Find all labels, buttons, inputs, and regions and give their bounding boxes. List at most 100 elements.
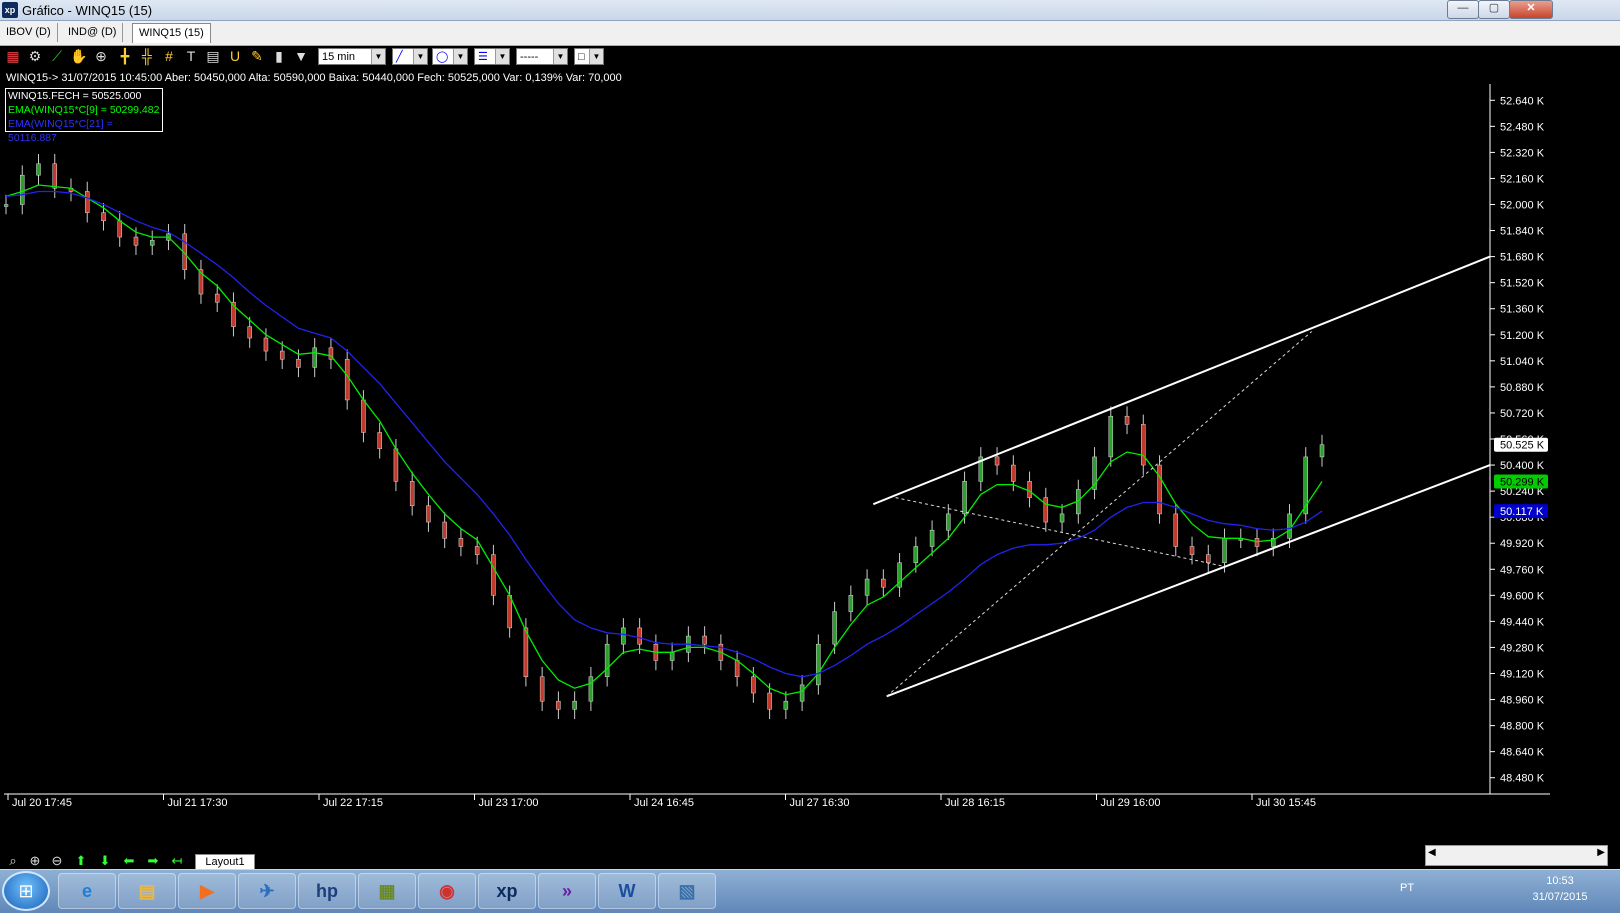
return-icon[interactable]: ↤ [168, 853, 186, 869]
cursor-icon[interactable]: ╬ [138, 47, 156, 66]
line-tool-select[interactable]: ╱ ▼ [392, 48, 428, 65]
gear-icon[interactable]: ⚙ [26, 47, 44, 66]
crosshair-icon[interactable]: ╋ [116, 47, 134, 66]
candle-chart-icon[interactable]: ▦ [4, 47, 22, 66]
media-player-icon[interactable]: ▶ [178, 873, 236, 909]
language-indicator[interactable]: PT [1400, 882, 1414, 894]
price-candle [832, 611, 837, 645]
price-candle [751, 676, 756, 694]
trash-icon[interactable]: ▮ [270, 47, 288, 66]
price-candle [426, 505, 431, 523]
trend-icon[interactable]: ⟋ [48, 47, 66, 66]
zoom-in-icon[interactable]: ⊕ [26, 853, 44, 869]
price-candle [637, 627, 642, 645]
price-candle [409, 481, 415, 507]
windows-taskbar: ⊞ e ▤ ▶ ✈ hp ▦ ◉ xp» W ▧ [0, 869, 1620, 913]
arrow-right-icon[interactable]: ➡ [144, 853, 162, 869]
search-icon[interactable]: ⌕ [4, 853, 22, 869]
ema9-line [5, 184, 1323, 696]
scroll-right-icon[interactable]: ▶ [1597, 847, 1605, 858]
clock-time: 10:53 [1546, 875, 1574, 887]
zoom-icon[interactable]: ⊕ [92, 47, 110, 66]
legend-close-price: WINQ15.FECH = 50525.000 [8, 90, 142, 102]
internet-explorer-icon[interactable]: e [58, 873, 116, 909]
price-candle [19, 174, 25, 205]
chevron-down-icon: ▼ [495, 49, 509, 64]
price-chart[interactable]: 52.640 K 52.480 K 52.320 K 52.160 K 52.000 K… [3, 84, 1550, 834]
price-candle [474, 546, 480, 555]
price-candle [1157, 464, 1162, 515]
arrow-down-icon[interactable]: ⬇ [96, 853, 114, 869]
color-select[interactable]: □ ▼ [574, 48, 604, 65]
y-tick-label: 48.640 K [1500, 747, 1545, 759]
clock[interactable]: 10:53 31/07/2015 [1525, 873, 1595, 905]
magnet-icon[interactable]: U [226, 47, 244, 66]
x-tick-label: Jul 22 17:15 [323, 797, 383, 809]
price-candle [1059, 513, 1065, 523]
ema21-line [5, 190, 1323, 678]
price-candle [621, 627, 626, 645]
arrow-up-icon[interactable]: ⬆ [72, 853, 90, 869]
calculator-icon[interactable]: ▤ [204, 47, 222, 66]
mail-icon[interactable]: ✈ [238, 873, 296, 909]
y-tick-label: 51.360 K [1500, 304, 1545, 316]
y-tick-label: 49.760 K [1500, 564, 1545, 576]
chevron-down-icon: ▼ [589, 49, 603, 64]
chrome-icon[interactable]: ◉ [418, 873, 476, 909]
price-candle [864, 578, 870, 596]
x-tick-label: Jul 20 17:45 [12, 797, 72, 809]
chevron-down-icon: ▼ [371, 49, 385, 64]
price-candle [881, 578, 886, 588]
price-candle [556, 700, 561, 710]
maximize-button[interactable]: ▢ [1478, 0, 1510, 19]
y-tick-label: 49.440 K [1500, 616, 1545, 628]
price-candle [247, 326, 252, 339]
line-style-select[interactable]: ----- ▼ [516, 48, 568, 65]
file-explorer-icon[interactable]: ▤ [118, 873, 176, 909]
circle-icon: ◯ [436, 51, 449, 63]
eraser-icon[interactable]: ✎ [248, 47, 266, 66]
price-candle [393, 448, 399, 482]
price-candle [994, 456, 1000, 466]
legend-box: WINQ15.FECH = 50525.000 EMA(WINQ15*C[9] … [5, 88, 163, 144]
price-marker-label: 50.299 K [1500, 477, 1545, 489]
chevron-down-icon: ▼ [453, 49, 467, 64]
chart-canvas: 52.640 K 52.480 K 52.320 K 52.160 K 52.000 K… [3, 84, 1550, 809]
horizontal-scrollbar[interactable]: ◀ ▶ [1425, 845, 1608, 866]
grid-icon[interactable]: # [160, 47, 178, 66]
text-tool-icon[interactable]: T [182, 47, 200, 66]
xp-app-icon[interactable]: xp [478, 873, 536, 909]
tab-winq15[interactable]: WINQ15 (15) [132, 23, 211, 43]
shape-tool-select[interactable]: ◯ ▼ [432, 48, 468, 65]
hp-icon[interactable]: hp [298, 873, 356, 909]
filter-icon[interactable]: ▼ [292, 47, 310, 66]
calculator-app-icon[interactable]: ▦ [358, 873, 416, 909]
scroll-left-icon[interactable]: ◀ [1428, 847, 1436, 858]
tab-ibov[interactable]: IBOV (D) [0, 23, 58, 42]
title-bar: xp Gráfico - WINQ15 (15) — ▢ ✕ [0, 0, 1620, 21]
minimize-button[interactable]: — [1447, 0, 1479, 19]
price-candle [848, 595, 854, 612]
x-tick-label: Jul 30 15:45 [1256, 797, 1316, 809]
close-button[interactable]: ✕ [1509, 0, 1553, 19]
forward-app-icon[interactable]: » [538, 873, 596, 909]
app-icon: xp [2, 2, 18, 18]
line-width-select[interactable]: ☰ ▼ [474, 48, 510, 65]
y-tick-label: 49.600 K [1500, 590, 1545, 602]
hand-icon[interactable]: ✋ [70, 47, 88, 66]
y-tick-label: 50.400 K [1500, 460, 1545, 472]
tab-ind[interactable]: IND@ (D) [62, 23, 124, 42]
price-candle [702, 635, 707, 645]
start-button[interactable]: ⊞ [2, 871, 50, 911]
period-value: 15 min [322, 51, 356, 63]
image-app-icon[interactable]: ▧ [658, 873, 716, 909]
zoom-out-icon[interactable]: ⊖ [48, 853, 66, 869]
period-select[interactable]: 15 min ▼ [318, 48, 386, 65]
price-candle [1254, 538, 1260, 547]
y-tick-label: 51.040 K [1500, 356, 1545, 368]
arrow-left-icon[interactable]: ⬅ [120, 853, 138, 869]
price-candle [101, 212, 106, 222]
word-icon[interactable]: W [598, 873, 656, 909]
price-candle [1141, 424, 1146, 466]
price-candle [799, 684, 805, 702]
